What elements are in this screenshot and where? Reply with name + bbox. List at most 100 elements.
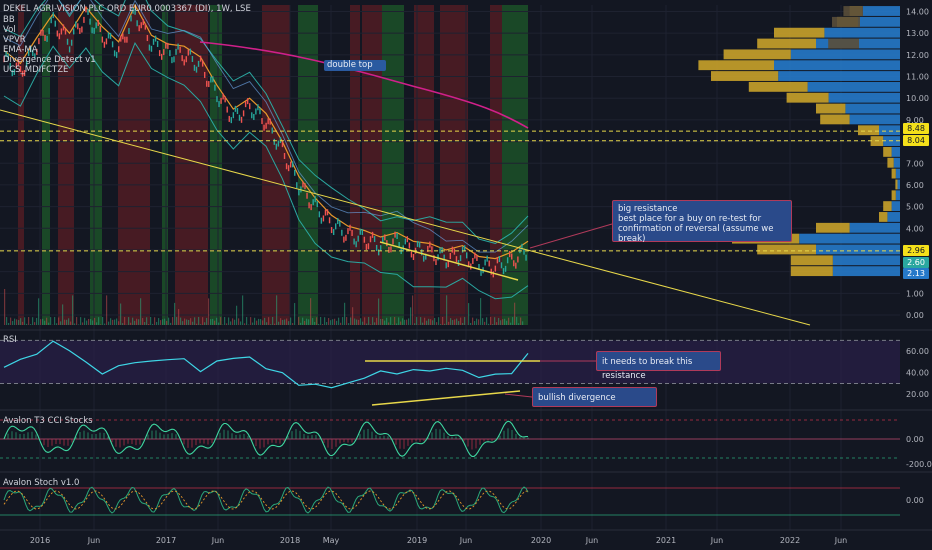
vpvr-sell-bar — [820, 114, 850, 125]
indicator-label[interactable]: UCS_MDIFCTZE — [3, 65, 96, 75]
volume-bar — [470, 322, 472, 325]
volume-bar — [284, 319, 286, 325]
price-candle — [187, 49, 190, 56]
volume-bar — [16, 319, 18, 325]
volume-bar — [44, 320, 46, 325]
price-candle — [232, 112, 235, 119]
volume-bar — [452, 320, 454, 325]
volume-bar — [410, 307, 412, 325]
volume-bar — [60, 321, 62, 325]
time-tick-label: Jun — [87, 536, 101, 545]
volume-bar — [436, 322, 438, 325]
vpvr-buy-bar — [824, 27, 900, 38]
volume-bar — [314, 321, 316, 325]
price-tick-label: 13.00 — [906, 29, 929, 38]
volume-bar — [184, 318, 186, 325]
price-candle — [277, 140, 280, 147]
vpvr-gray-bar — [828, 38, 859, 49]
volume-bar — [354, 318, 356, 325]
price-candle — [420, 249, 423, 256]
price-tick-label: 4.00 — [906, 224, 924, 233]
price-candle — [314, 196, 316, 203]
volume-bar — [506, 320, 508, 325]
volume-bar — [172, 317, 174, 325]
volume-bar — [280, 318, 282, 325]
vpvr-sell-bar — [895, 179, 898, 190]
vpvr-buy-bar — [832, 266, 900, 277]
price-candle — [257, 104, 259, 111]
volume-bar — [244, 323, 246, 325]
price-tick-label: 12.00 — [906, 51, 929, 60]
vpvr-sell-bar — [748, 81, 808, 92]
volume-bar — [116, 318, 118, 325]
price-candle — [263, 124, 265, 131]
volume-bar — [22, 321, 24, 325]
price-candle — [394, 231, 396, 238]
price-candle — [95, 22, 97, 29]
time-tick-label: Jun — [211, 536, 225, 545]
rsi-resistance-note[interactable]: it needs to break this resistance — [596, 351, 721, 381]
volume-bar — [120, 303, 122, 325]
price-candle — [218, 101, 220, 108]
volume-bar — [312, 318, 314, 325]
volume-bar — [516, 317, 518, 325]
price-candle — [152, 38, 155, 45]
volume-bar — [96, 322, 98, 325]
volume-bar — [24, 317, 26, 325]
volume-bar — [348, 323, 350, 325]
indicator-label[interactable]: EMA-MA — [3, 45, 96, 55]
price-candle — [459, 255, 462, 262]
volume-bar — [316, 317, 318, 325]
price-candle — [304, 183, 306, 190]
double-top-note[interactable]: double top — [324, 60, 386, 71]
big-resistance-note[interactable]: big resistance best place for a buy on r… — [612, 200, 792, 244]
price-candle — [275, 143, 278, 150]
price-candle — [359, 228, 361, 235]
volume-bar — [370, 324, 372, 325]
volume-bar — [288, 321, 290, 325]
price-candle — [308, 202, 310, 209]
bullish-divergence-note[interactable]: bullish divergence — [532, 387, 657, 407]
price-tick-label: 7.00 — [906, 159, 924, 168]
volume-bar — [502, 319, 504, 325]
price-candle — [363, 236, 366, 243]
volume-bar — [254, 317, 256, 325]
price-candle — [124, 36, 126, 43]
price-candle — [230, 117, 233, 124]
volume-bar — [174, 302, 176, 325]
price-candle — [281, 141, 284, 148]
price-candle — [439, 247, 441, 254]
volume-bar — [80, 317, 82, 325]
price-candle — [267, 118, 269, 125]
indicator-label[interactable]: VPVR — [3, 35, 96, 45]
price-candle — [287, 165, 290, 172]
price-candle — [292, 161, 294, 168]
price-candle — [517, 256, 519, 263]
price-candle — [384, 234, 386, 241]
volume-bar — [398, 317, 400, 325]
vpvr-buy-bar — [897, 179, 900, 190]
vpvr-buy-bar — [879, 125, 900, 136]
price-candle — [476, 254, 478, 261]
volume-bar — [20, 318, 22, 325]
volume-bar — [320, 317, 322, 325]
volume-bar — [474, 321, 476, 325]
indicator-label[interactable]: BB — [3, 15, 96, 25]
rsi-tick-label: 60.00 — [906, 347, 929, 356]
volume-bar — [298, 317, 300, 325]
indicator-label[interactable]: Vol — [3, 25, 96, 35]
price-candle — [355, 241, 357, 248]
price-candle — [109, 32, 112, 39]
volume-bar — [242, 295, 244, 325]
volume-bar — [70, 321, 72, 325]
volume-bar — [180, 317, 182, 325]
price-candle — [101, 36, 104, 43]
volume-bar — [422, 322, 424, 325]
indicator-label[interactable]: Divergence Detect v1 — [3, 55, 96, 65]
volume-bar — [362, 321, 364, 325]
price-candle — [449, 253, 452, 260]
price-tick-label: 11.00 — [906, 73, 929, 82]
volume-bar — [200, 324, 202, 325]
price-candle — [195, 66, 198, 73]
volume-bar — [68, 318, 70, 325]
